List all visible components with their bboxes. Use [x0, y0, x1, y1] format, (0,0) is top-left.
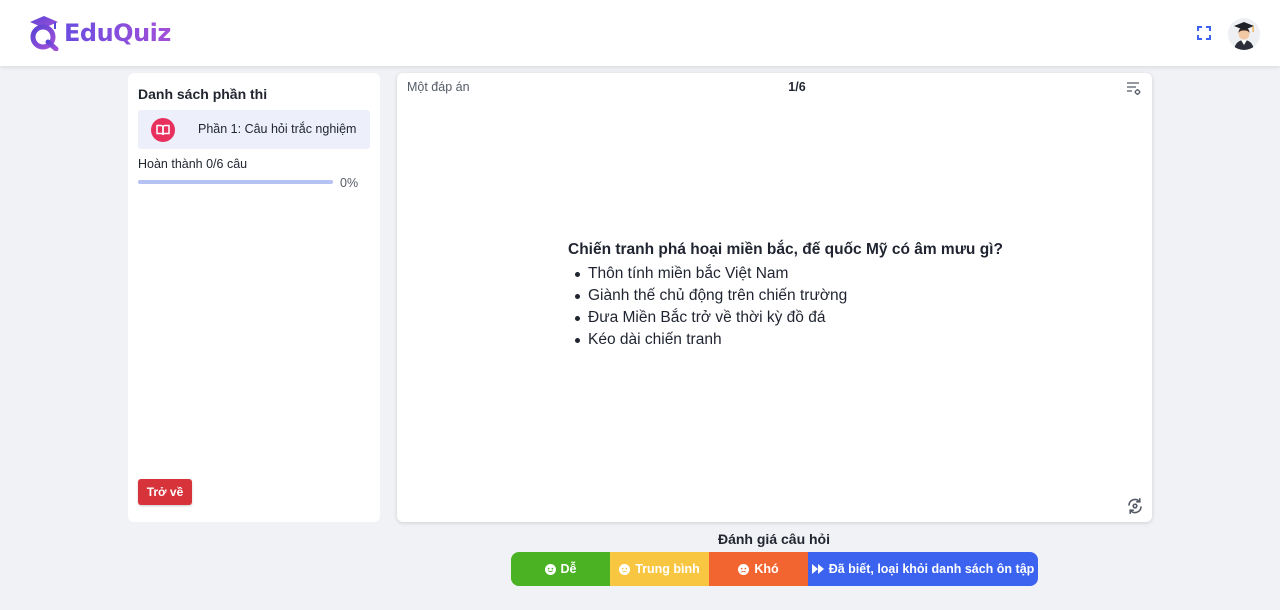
rating-buttons: Dễ Trung bình Khó Đã biết, loại khỏi dan…	[511, 552, 1038, 586]
app-logo[interactable]: EduQuiz	[28, 15, 171, 51]
progress-label: Hoàn thành 0/6 câu	[138, 157, 248, 171]
rate-easy-button[interactable]: Dễ	[511, 552, 610, 586]
rating-title: Đánh giá câu hỏi	[717, 531, 830, 547]
fast-forward-icon	[811, 564, 824, 574]
user-avatar[interactable]	[1228, 18, 1260, 50]
app-header: EduQuiz	[0, 0, 1280, 66]
flip-card-icon	[1128, 498, 1142, 514]
answer-options: Thôn tính miền bắc Việt Nam Giành thế ch…	[568, 263, 1003, 351]
rate-medium-button[interactable]: Trung bình	[610, 552, 709, 586]
list-settings-icon	[1127, 82, 1141, 95]
section-item-part-1[interactable]: Phần 1: Câu hỏi trắc nghiệm	[138, 110, 370, 149]
question-counter: 1/6	[788, 80, 806, 94]
rate-hard-label: Khó	[754, 562, 779, 576]
section-label: Phần 1: Câu hỏi trắc nghiệm	[198, 122, 357, 136]
rate-known-button[interactable]: Đã biết, loại khỏi danh sách ôn tập	[808, 552, 1038, 586]
answer-option-3[interactable]: Đưa Miền Bắc trở về thời kỳ đồ đá	[568, 307, 1003, 329]
flip-card-button[interactable]	[1126, 497, 1144, 515]
section-sidebar: Danh sách phần thi Phần 1: Câu hỏi trắc …	[128, 73, 380, 522]
progress-bar	[138, 180, 333, 184]
book-icon	[151, 118, 175, 142]
smile-icon	[544, 563, 556, 575]
question-text: Chiến tranh phá hoại miền bắc, đế quốc M…	[568, 241, 1003, 258]
answer-option-4[interactable]: Kéo dài chiến tranh	[568, 329, 1003, 351]
fullscreen-button[interactable]	[1196, 25, 1212, 41]
question-content: Chiến tranh phá hoại miền bắc, đế quốc M…	[568, 241, 1003, 351]
logo-icon	[30, 16, 59, 51]
question-settings-button[interactable]	[1126, 80, 1142, 96]
answer-option-2[interactable]: Giành thế chủ động trên chiến trường	[568, 285, 1003, 307]
avatar-graduate-icon	[1228, 18, 1260, 50]
question-card: Một đáp án 1/6 Chiến tranh phá hoại miền…	[397, 73, 1152, 522]
rate-known-label: Đã biết, loại khỏi danh sách ôn tập	[828, 562, 1035, 576]
answer-option-1[interactable]: Thôn tính miền bắc Việt Nam	[568, 263, 1003, 285]
rate-medium-label: Trung bình	[635, 562, 700, 576]
progress-percent: 0%	[340, 176, 359, 190]
back-button[interactable]: Trở về	[138, 479, 192, 505]
neutral-face-icon	[619, 563, 631, 575]
frown-icon	[738, 563, 750, 575]
app-name: EduQuiz	[64, 19, 171, 47]
sidebar-title: Danh sách phần thi	[138, 86, 268, 102]
fullscreen-icon	[1197, 26, 1211, 40]
rate-hard-button[interactable]: Khó	[709, 552, 808, 586]
rate-easy-label: Dễ	[560, 562, 577, 576]
